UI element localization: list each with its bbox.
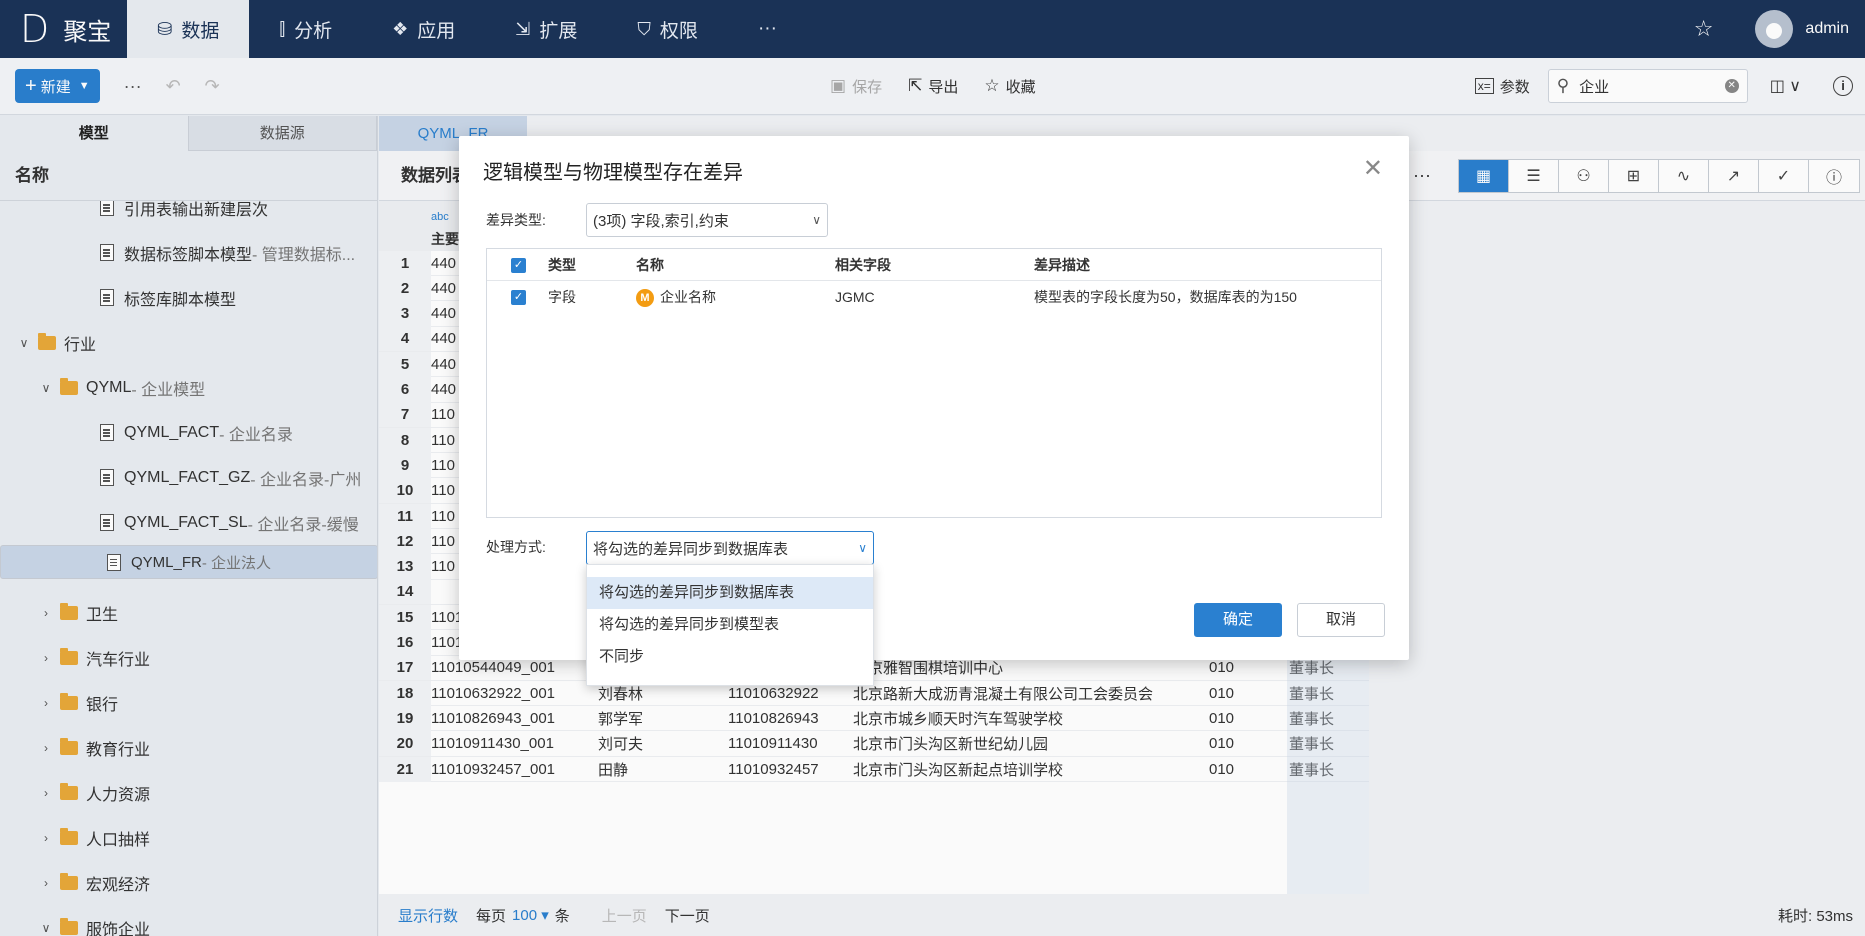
cancel-button[interactable]: 取消: [1297, 603, 1385, 637]
table-row[interactable]: ✓ 字段 M 企业名称 JGMC 模型表的字段长度为50，数据库表的为150: [487, 281, 1381, 313]
diff-table: ✓ 类型 名称 相关字段 差异描述 ✓ 字段 M 企业名称 JGMC 模型表的字段…: [486, 248, 1382, 518]
measure-badge-icon: M: [636, 289, 654, 308]
method-label: 处理方式:: [486, 539, 546, 555]
close-icon[interactable]: ✕: [1363, 154, 1383, 183]
row-checkbox[interactable]: ✓: [511, 290, 526, 305]
col-name: 名称: [636, 257, 664, 273]
method-dropdown: 将勾选的差异同步到数据库表 将勾选的差异同步到模型表 不同步: [586, 564, 874, 686]
option-no-sync[interactable]: 不同步: [587, 641, 873, 673]
dialog-title: 逻辑模型与物理模型存在差异: [483, 162, 743, 184]
row-field: JGMC: [835, 289, 875, 305]
ok-button[interactable]: 确定: [1194, 603, 1282, 637]
chevron-down-icon: ∨: [858, 541, 867, 555]
row-desc: 模型表的字段长度为50，数据库表的为150: [1034, 289, 1297, 305]
option-sync-model[interactable]: 将勾选的差异同步到模型表: [587, 609, 873, 641]
select-all-checkbox[interactable]: ✓: [511, 258, 526, 273]
diff-type-select[interactable]: (3项) 字段,索引,约束 ∨: [586, 203, 828, 237]
method-select[interactable]: 将勾选的差异同步到数据库表 ∨: [586, 531, 874, 565]
col-type: 类型: [548, 257, 576, 273]
chevron-down-icon: ∨: [812, 213, 821, 227]
row-name-text: 企业名称: [660, 289, 716, 305]
diff-type-value: (3项) 字段,索引,约束: [593, 212, 729, 230]
row-type: 字段: [548, 289, 576, 305]
diff-type-label: 差异类型:: [486, 212, 546, 228]
row-name: M 企业名称: [636, 281, 716, 313]
diff-table-header: ✓ 类型 名称 相关字段 差异描述: [487, 249, 1381, 281]
option-sync-db[interactable]: 将勾选的差异同步到数据库表: [587, 577, 873, 609]
col-field: 相关字段: [835, 257, 891, 273]
method-value: 将勾选的差异同步到数据库表: [593, 540, 789, 558]
col-desc: 差异描述: [1034, 257, 1090, 273]
